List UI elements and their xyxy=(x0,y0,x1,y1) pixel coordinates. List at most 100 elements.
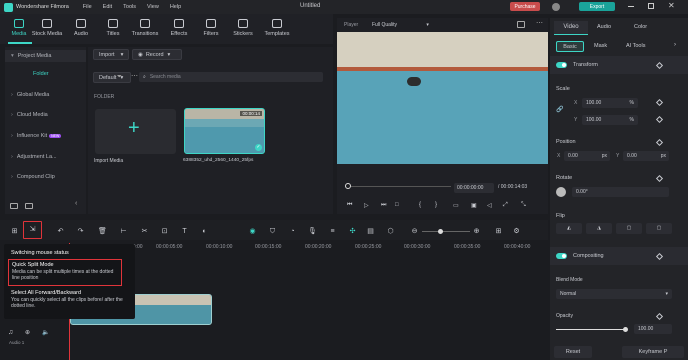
delete-icon[interactable]: 🗑 xyxy=(98,227,107,236)
import-media-card[interactable]: + xyxy=(95,109,176,154)
opacity-slider-knob[interactable] xyxy=(623,327,628,332)
new-folder-icon[interactable] xyxy=(10,203,18,209)
camera-icon[interactable]: ▣ xyxy=(471,202,477,209)
menu-edit[interactable]: Edit xyxy=(103,4,112,10)
chevron-right-icon[interactable]: › xyxy=(674,42,676,48)
mark-out-icon[interactable]: } xyxy=(435,202,437,208)
add-track-icon[interactable]: ⊕ xyxy=(25,329,30,336)
mark-in-icon[interactable]: { xyxy=(419,202,421,208)
rotate-dial[interactable] xyxy=(556,187,566,197)
settings-icon[interactable]: ⚙ xyxy=(512,227,521,236)
play-icon[interactable]: ▷ xyxy=(364,202,369,209)
speaker-icon[interactable]: 🔈 xyxy=(42,329,49,336)
tab-color[interactable]: Color xyxy=(634,24,647,30)
record-dropdown[interactable]: ◉ Record ▾ xyxy=(132,49,182,60)
maximize-icon[interactable] xyxy=(648,3,654,9)
color-icon[interactable]: ◐ xyxy=(200,227,209,236)
undo-icon[interactable]: ↶ xyxy=(56,227,65,236)
sidebar-item-compound-clip[interactable]: › Compound Clip xyxy=(11,174,55,180)
keyframe-diamond-icon[interactable] xyxy=(655,115,664,124)
filter-icon[interactable]: ⏷ xyxy=(117,74,122,81)
next-frame-icon[interactable]: ⏭ xyxy=(381,202,386,209)
rotate-input[interactable]: 0.00° xyxy=(572,187,669,197)
microphone-icon[interactable]: 🎙 xyxy=(308,227,317,236)
opacity-input[interactable]: 100.00 xyxy=(634,324,672,334)
position-x-input[interactable]: 0.00 px xyxy=(564,151,610,161)
volume-icon[interactable]: ◁ xyxy=(487,202,492,209)
subtab-mask[interactable]: Mask xyxy=(594,43,607,49)
blend-mode-select[interactable]: Normal ▾ xyxy=(556,289,672,299)
tab-titles[interactable]: Titles xyxy=(96,17,130,37)
subtab-basic[interactable]: Basic xyxy=(556,41,584,52)
lock-ratio-icon[interactable]: 🔗 xyxy=(556,106,563,113)
compositing-toggle[interactable] xyxy=(556,253,567,259)
shield-icon[interactable]: ⛉ xyxy=(268,227,277,236)
mouse-mode-button[interactable]: ⇲ xyxy=(23,221,42,239)
zoom-in-icon[interactable]: ⊕ xyxy=(472,227,481,236)
keyframe-diamond-icon[interactable] xyxy=(655,98,664,107)
tab-stock-media[interactable]: Stock Media xyxy=(30,17,64,37)
keyframe-diamond-icon[interactable] xyxy=(655,138,664,147)
import-dropdown[interactable]: Import ▾ xyxy=(93,49,129,60)
render-icon[interactable]: ◉ xyxy=(248,227,257,236)
subtab-ai-tools[interactable]: AI Tools xyxy=(626,43,645,49)
redo-icon[interactable]: ↷ xyxy=(76,227,85,236)
transform-toggle[interactable] xyxy=(556,62,567,68)
tab-stickers[interactable]: Stickers xyxy=(226,17,260,37)
keyframe-panel-button[interactable]: Keyframe P xyxy=(622,346,684,358)
menu-help[interactable]: Help xyxy=(170,4,181,10)
flip-horizontal-icon[interactable]: ◭ xyxy=(556,223,582,234)
flip-vertical-icon[interactable]: ◮ xyxy=(586,223,612,234)
select-all-option[interactable]: Select All Forward/Backward You can quic… xyxy=(11,290,131,310)
menu-file[interactable]: File xyxy=(83,4,92,10)
close-icon[interactable]: ✕ xyxy=(668,1,675,10)
sidebar-item-adjustment-layer[interactable]: › Adjustment La... xyxy=(11,154,57,160)
rotate-right-icon[interactable]: ▢ xyxy=(646,223,672,234)
sidebar-item-cloud-media[interactable]: › Cloud Media xyxy=(11,112,48,118)
tab-templates[interactable]: Templates xyxy=(260,17,294,37)
text-icon[interactable]: T xyxy=(180,227,189,236)
search-input[interactable]: ⌕ Search media xyxy=(139,72,323,82)
keyframe-diamond-icon[interactable] xyxy=(655,174,664,183)
display-icon[interactable]: ▭ xyxy=(453,202,459,209)
zoom-out-icon[interactable]: ⊖ xyxy=(410,227,419,236)
opacity-slider[interactable] xyxy=(556,327,628,332)
sidebar-item-project-media[interactable]: ▾ Project Media xyxy=(11,53,51,59)
ai-icon[interactable]: ✣ xyxy=(348,227,357,236)
sidebar-item-folder[interactable]: Folder xyxy=(33,71,49,77)
collapse-panel-icon[interactable]: ‹ xyxy=(75,200,77,207)
fullscreen-icon[interactable]: ⤢ xyxy=(503,202,508,209)
menu-tools[interactable]: Tools xyxy=(123,4,136,10)
purchase-button[interactable]: Purchase xyxy=(510,2,540,11)
split-icon[interactable]: ⊢ xyxy=(119,227,128,236)
menu-view[interactable]: View xyxy=(147,4,159,10)
quality-dropdown[interactable]: Full Quality ▾ xyxy=(372,22,429,28)
layout-icon[interactable]: ⊞ xyxy=(10,227,19,236)
prev-frame-icon[interactable]: ⏮ xyxy=(347,202,352,209)
zoom-slider-knob[interactable] xyxy=(438,229,443,234)
transform-header[interactable] xyxy=(550,56,688,74)
folder-icon[interactable] xyxy=(25,203,33,209)
compositing-header[interactable] xyxy=(550,247,688,265)
export-button[interactable]: Export xyxy=(579,2,615,11)
list-icon[interactable]: ≡ xyxy=(328,227,337,236)
snapshot-icon[interactable] xyxy=(517,21,525,28)
tab-filters[interactable]: Filters xyxy=(194,17,228,37)
tab-transitions[interactable]: Transitions xyxy=(128,17,162,37)
tab-audio[interactable]: Audio xyxy=(64,17,98,37)
minimize-icon[interactable] xyxy=(628,6,634,7)
sidebar-item-global-media[interactable]: › Global Media xyxy=(11,92,49,98)
marker-icon[interactable]: ⬡ xyxy=(386,227,395,236)
expand-icon[interactable]: ⤡ xyxy=(521,202,526,209)
tab-video[interactable]: Video xyxy=(554,21,588,35)
tab-audio[interactable]: Audio xyxy=(597,24,611,30)
cut-icon[interactable]: ✂ xyxy=(140,227,149,236)
crop-icon[interactable]: ⊡ xyxy=(160,227,169,236)
position-y-input[interactable]: 0.00 px xyxy=(623,151,669,161)
more-options-icon[interactable]: ⋯ xyxy=(536,19,543,27)
reset-button[interactable]: Reset xyxy=(554,346,592,358)
scale-x-input[interactable]: 100.00% xyxy=(582,98,638,108)
tab-effects[interactable]: Effects xyxy=(162,17,196,37)
quick-split-option[interactable]: Quick Split Mode Media can be split mult… xyxy=(8,259,122,286)
mask-icon[interactable]: ◔ xyxy=(288,227,297,236)
